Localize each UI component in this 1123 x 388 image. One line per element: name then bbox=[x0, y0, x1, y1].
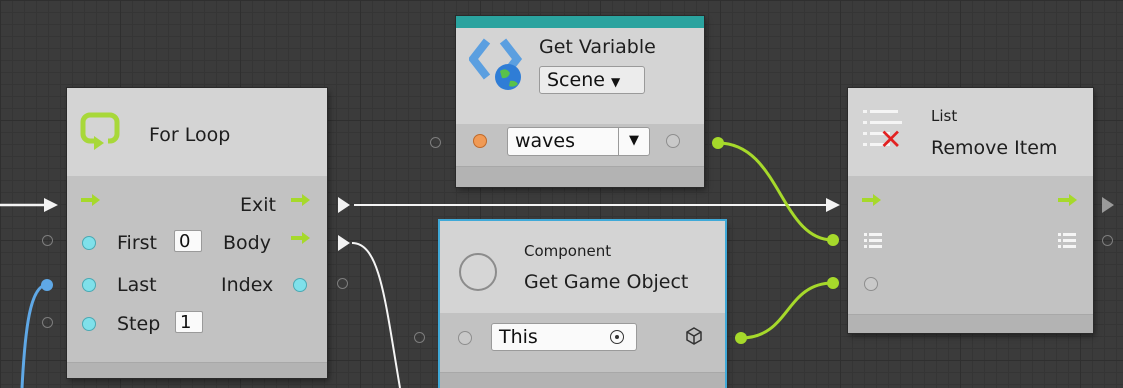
list-remove-footer bbox=[848, 314, 1093, 333]
step-value-field[interactable]: 1 bbox=[175, 311, 203, 333]
exit-output-arrow[interactable] bbox=[291, 194, 311, 206]
get-variable-title: Get Variable bbox=[539, 36, 656, 58]
get-game-object-title: Get Game Object bbox=[524, 271, 689, 293]
flow-arrow-remove bbox=[826, 198, 840, 212]
target-field[interactable]: This bbox=[491, 323, 637, 351]
chevron-down-icon: ▼ bbox=[618, 128, 649, 155]
list-category-label: List bbox=[931, 107, 958, 125]
int-connection-last-dot bbox=[41, 279, 53, 291]
step-label: Step bbox=[117, 313, 161, 335]
item-input-port[interactable] bbox=[864, 277, 878, 291]
body-label: Body bbox=[223, 232, 271, 254]
variable-name-dropdown[interactable]: waves ▼ bbox=[507, 127, 650, 156]
step-external-port[interactable] bbox=[42, 317, 53, 328]
index-output-port[interactable] bbox=[293, 278, 307, 292]
scope-dropdown[interactable]: Scene ▼ bbox=[539, 66, 645, 94]
loop-icon bbox=[80, 112, 120, 150]
get-variable-footer bbox=[456, 166, 704, 187]
remove-list-item-icon: ✕ bbox=[863, 108, 905, 154]
flow-connection-body bbox=[351, 242, 401, 388]
first-external-port[interactable] bbox=[42, 235, 53, 246]
value-connection-gameobject bbox=[740, 281, 834, 340]
first-input-port[interactable] bbox=[82, 236, 96, 250]
list-remove-flow-out-port[interactable] bbox=[1102, 197, 1114, 213]
list-remove-item-node[interactable]: ✕ List Remove Item bbox=[848, 88, 1093, 333]
get-variable-node[interactable]: Get Variable Scene ▼ waves ▼ bbox=[456, 16, 704, 187]
get-variable-external-in-port[interactable] bbox=[430, 137, 441, 148]
first-label: First bbox=[117, 232, 157, 254]
body-output-arrow[interactable] bbox=[291, 232, 311, 244]
variable-output-port[interactable] bbox=[666, 134, 680, 148]
exit-label: Exit bbox=[240, 194, 276, 216]
control-input-arrow[interactable] bbox=[81, 194, 101, 206]
value-connection-list bbox=[717, 141, 834, 242]
int-connection-last bbox=[20, 283, 48, 388]
last-input-port[interactable] bbox=[82, 278, 96, 292]
component-category-label: Component bbox=[524, 242, 612, 260]
component-icon bbox=[459, 253, 497, 291]
target-value: This bbox=[499, 326, 538, 348]
for-loop-footer bbox=[67, 362, 327, 378]
index-external-port[interactable] bbox=[337, 278, 348, 289]
variable-name-value: waves bbox=[515, 130, 576, 152]
exit-flow-port[interactable] bbox=[338, 197, 350, 213]
global-variable-icon bbox=[469, 38, 523, 90]
scope-value: Scene bbox=[547, 69, 605, 91]
list-input-icon[interactable] bbox=[864, 232, 882, 248]
list-remove-title: Remove Item bbox=[931, 137, 1058, 159]
index-label: Index bbox=[221, 274, 274, 296]
variable-type-port bbox=[473, 134, 487, 148]
get-game-object-footer bbox=[440, 372, 725, 388]
get-game-object-node[interactable]: Component Get Game Object This bbox=[440, 221, 725, 388]
last-label: Last bbox=[117, 274, 157, 296]
control-output-arrow[interactable] bbox=[1058, 194, 1078, 206]
for-loop-title: For Loop bbox=[149, 124, 231, 146]
chevron-down-icon: ▼ bbox=[610, 75, 621, 89]
target-input-port[interactable] bbox=[458, 331, 472, 345]
list-remove-list-out-port[interactable] bbox=[1102, 235, 1113, 246]
cube-icon bbox=[686, 327, 702, 345]
step-input-port[interactable] bbox=[82, 317, 96, 331]
body-flow-port[interactable] bbox=[338, 235, 350, 251]
for-loop-node[interactable]: For Loop Exit First 0 Body Last Index St… bbox=[67, 88, 327, 378]
first-value-field[interactable]: 0 bbox=[174, 230, 202, 252]
get-game-object-external-in-port[interactable] bbox=[414, 332, 425, 343]
list-output-icon[interactable] bbox=[1058, 232, 1076, 248]
control-input-arrow[interactable] bbox=[862, 194, 882, 206]
variable-header-bar bbox=[456, 16, 704, 28]
flow-arrow-in bbox=[44, 198, 58, 212]
